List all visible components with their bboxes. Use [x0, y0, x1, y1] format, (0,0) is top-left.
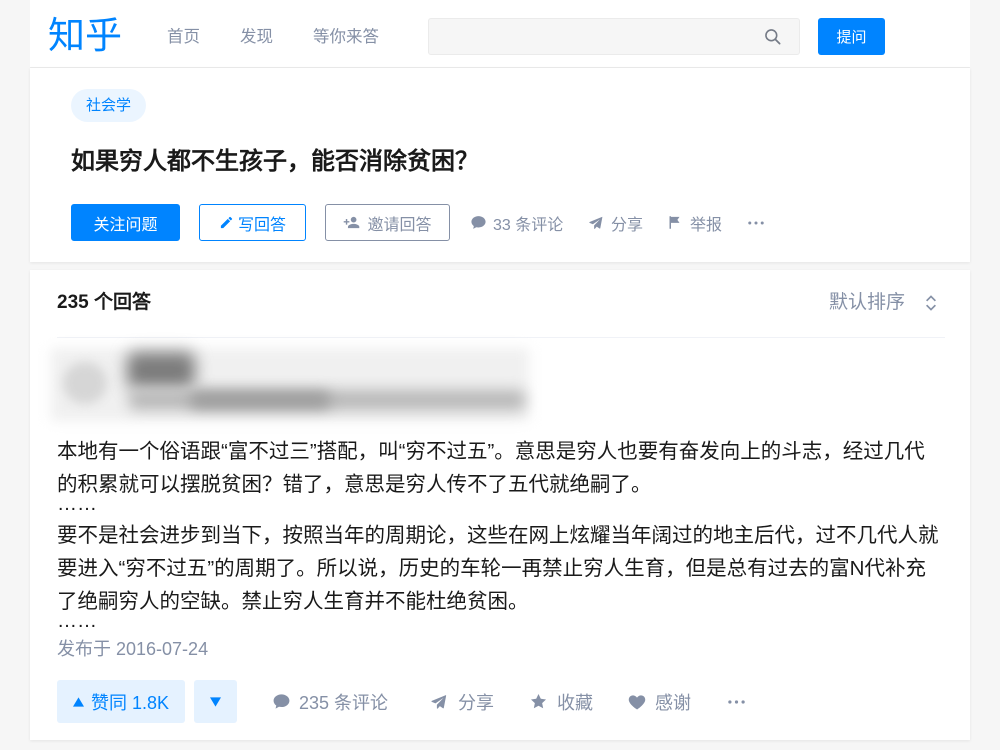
share-icon	[431, 694, 447, 709]
answer-text-line: 要不是社会进步到当下，按照当年的周期论，这些在网上炫耀当年阔过的地主后代，过不几…	[57, 524, 939, 547]
write-answer-button[interactable]: 写回答	[199, 204, 306, 241]
ask-question-button[interactable]: 提问	[818, 18, 885, 55]
zhihu-logo[interactable]: 知乎	[48, 16, 122, 56]
upvote-triangle-icon	[72, 696, 84, 707]
question-share-button[interactable]: 分享	[588, 204, 643, 241]
nav-item-waiting-for-answers[interactable]: 等你来答	[313, 26, 379, 48]
nav-item-home[interactable]: 首页	[167, 26, 200, 48]
answer-ellipsis: ……	[57, 610, 97, 632]
upvote-button[interactable]: 赞同 1.8K	[57, 680, 185, 723]
upvote-label: 赞同 1.8K	[90, 692, 170, 713]
answer-list: 235 个回答 默认排序 本地有一个俗语跟“富不过三”搭配，叫“穷不过五”。意思…	[30, 270, 970, 740]
answer-ellipsis: ……	[57, 493, 97, 515]
answer-share-button[interactable]: 分享	[430, 680, 494, 723]
write-answer-label: 写回答	[237, 216, 286, 234]
published-date[interactable]: 发布于 2016-07-24	[57, 638, 962, 660]
more-icon	[728, 699, 745, 704]
author-name-blurred	[127, 352, 195, 388]
invite-answer-button[interactable]: 邀请回答	[325, 204, 450, 241]
star-icon	[530, 693, 547, 709]
pencil-icon	[220, 216, 233, 229]
report-button[interactable]: 举报	[667, 204, 722, 241]
favorite-label: 收藏	[557, 692, 593, 713]
sort-label: 默认排序	[828, 292, 905, 313]
list-header-divider	[57, 337, 945, 338]
follow-question-label: 关注问题	[93, 216, 158, 234]
answer-text-line: 要进入“穷不过五”的周期了。所以说，历史的车轮一再禁止穷人生育，但是总有过去的富…	[57, 557, 926, 580]
avatar	[63, 362, 107, 404]
answer-author-blurred	[45, 342, 535, 427]
sort-chevrons-icon	[926, 295, 936, 311]
flag-icon	[669, 216, 680, 229]
nav-item-explore[interactable]: 发现	[240, 26, 273, 48]
thanks-button[interactable]: 感谢	[627, 680, 691, 723]
downvote-triangle-icon	[210, 696, 221, 707]
favorite-button[interactable]: 收藏	[529, 680, 593, 723]
invite-answer-label: 邀请回答	[367, 216, 432, 234]
comment-icon	[471, 216, 486, 229]
search-icon	[764, 28, 780, 44]
share-icon	[589, 216, 603, 229]
heart-icon	[628, 694, 646, 709]
question-title: 如果穷人都不生孩子，能否消除贫困？	[71, 148, 479, 175]
question-comments-label: 33 条评论	[493, 216, 564, 234]
main-nav: 首页 发现 等你来答	[167, 26, 379, 48]
follow-question-button[interactable]: 关注问题	[71, 204, 180, 241]
sort-dropdown[interactable]: 默认排序	[829, 290, 938, 316]
author-blur-background	[51, 348, 529, 421]
downvote-button[interactable]	[194, 680, 237, 723]
more-icon	[748, 220, 764, 225]
report-label: 举报	[690, 216, 723, 234]
invite-user-icon	[344, 216, 360, 229]
answer-content: 本地有一个俗语跟“富不过三”搭配，叫“穷不过五”。意思是穷人也要有奋发向上的斗志…	[57, 435, 962, 660]
comment-icon	[273, 694, 290, 709]
topic-tag[interactable]: 社会学	[71, 89, 146, 122]
answer-text-line: 本地有一个俗语跟“富不过三”搭配，叫“穷不过五”。意思是穷人也要有奋发向上的斗志…	[57, 440, 925, 463]
answer-comments-label: 235 条评论	[299, 692, 389, 713]
answer-count: 235 个回答	[57, 292, 151, 313]
question-share-label: 分享	[611, 216, 644, 234]
author-bio-blurred-detail	[190, 392, 330, 408]
search-button[interactable]	[762, 26, 782, 46]
search-box	[428, 18, 800, 55]
answer-comments-button[interactable]: 235 条评论	[272, 680, 388, 723]
top-navbar: 知乎 首页 发现 等你来答 提问	[30, 0, 970, 68]
answer-share-label: 分享	[458, 692, 494, 713]
search-input[interactable]	[429, 19, 749, 54]
question-comments-button[interactable]: 33 条评论	[470, 204, 563, 241]
thanks-label: 感谢	[655, 692, 691, 713]
question-more-button[interactable]	[748, 204, 764, 241]
answer-more-button[interactable]	[728, 680, 745, 723]
question-header: 社会学 如果穷人都不生孩子，能否消除贫困？ 关注问题 写回答 邀请回答 33 条…	[30, 68, 970, 262]
